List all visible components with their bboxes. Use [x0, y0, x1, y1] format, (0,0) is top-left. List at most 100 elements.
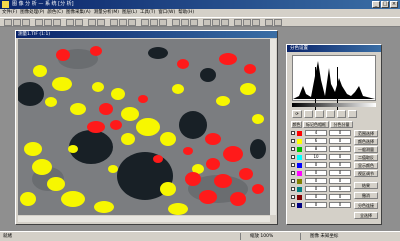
polygon-icon[interactable] [159, 19, 167, 26]
color-select-button[interactable]: 颜色选择 [354, 138, 378, 145]
zoom-out-icon[interactable] [97, 19, 105, 26]
phase-row[interactable]: 0 0 [291, 162, 353, 169]
phase-row[interactable]: 6 0 [291, 138, 353, 145]
dilate-icon[interactable] [212, 19, 220, 26]
micrograph-image[interactable] [18, 39, 270, 215]
phase-checkbox[interactable] [291, 195, 295, 199]
paste-icon[interactable] [53, 19, 61, 26]
phase-row[interactable]: 0 0 [291, 170, 353, 177]
zoom-in-icon[interactable] [88, 19, 96, 26]
phase-value-b[interactable]: 0 [329, 146, 351, 152]
count-icon[interactable] [234, 19, 242, 26]
binary-icon[interactable] [190, 19, 198, 26]
redo-icon[interactable] [75, 19, 83, 26]
phase-value-a[interactable]: 6 [305, 138, 327, 144]
app-icon[interactable] [2, 1, 9, 8]
close-button[interactable]: × [390, 1, 398, 8]
refresh-icon[interactable]: ⟳ [292, 110, 302, 118]
phase-value-b[interactable]: 0 [329, 194, 351, 200]
invert-binary-button[interactable]: 二值取反 [354, 154, 378, 161]
phase-value-a[interactable]: 0 [305, 194, 327, 200]
histogram-icon[interactable] [172, 19, 180, 26]
tool-a-icon[interactable] [304, 110, 313, 118]
tab-component[interactable]: 分色分量 [330, 121, 353, 128]
menu-file[interactable]: 文件(F) [2, 9, 17, 17]
view-adjust-button[interactable]: 视区调节 [354, 170, 378, 177]
phase-checkbox[interactable] [291, 179, 295, 183]
phase-value-a[interactable]: 4 [305, 130, 327, 136]
result-button[interactable]: 结果 [354, 182, 378, 189]
phase-row[interactable]: 0 0 [291, 194, 353, 201]
open-file-icon[interactable] [13, 19, 21, 26]
phase-value-a[interactable]: 0 [305, 162, 327, 168]
phase-row[interactable]: 4 0 [291, 130, 353, 137]
line-icon[interactable] [128, 19, 136, 26]
phase-row[interactable]: 0 0 [291, 202, 353, 209]
help-icon[interactable] [274, 19, 282, 26]
tool-b-icon[interactable] [315, 110, 324, 118]
rect-icon[interactable] [141, 19, 149, 26]
menu-window[interactable]: 窗口(W) [158, 9, 175, 17]
phase-value-b[interactable]: 0 [329, 202, 351, 208]
menu-acquire[interactable]: 图像采集(A) [66, 9, 91, 17]
ellipse-icon[interactable] [150, 19, 158, 26]
undo-button[interactable]: 撤消 [354, 192, 378, 199]
phase-value-b[interactable]: 0 [329, 138, 351, 144]
phase-value-a[interactable]: 0 [305, 170, 327, 176]
menu-measure[interactable]: 测量分析(M) [94, 9, 119, 17]
phase-row[interactable]: 0 0 [291, 186, 353, 193]
phase-row[interactable]: 10 0 [291, 154, 353, 161]
camera-icon[interactable] [265, 19, 273, 26]
erode-icon[interactable] [203, 19, 211, 26]
tab-hue-frame[interactable]: 标记色相框 [303, 121, 329, 128]
range-select-button[interactable]: 范围选择 [354, 130, 378, 137]
horizontal-scrollbar[interactable] [18, 216, 270, 222]
tool-c-icon[interactable] [326, 110, 335, 118]
phase-value-a[interactable]: 0 [305, 178, 327, 184]
print-icon[interactable] [252, 19, 260, 26]
phase-checkbox[interactable] [291, 203, 295, 207]
phase-value-b[interactable]: 0 [329, 186, 351, 192]
phase-checkbox[interactable] [291, 171, 295, 175]
select-icon[interactable] [110, 19, 118, 26]
menu-layer[interactable]: 图层(L) [122, 9, 137, 17]
cut-icon[interactable] [35, 19, 43, 26]
phase-checkbox[interactable] [291, 163, 295, 167]
menu-color[interactable]: 颜色(C) [47, 9, 63, 17]
phase-checkbox[interactable] [291, 155, 295, 159]
phase-value-b[interactable]: 0 [329, 154, 351, 160]
phase-value-b[interactable]: 0 [329, 162, 351, 168]
phase-checkbox[interactable] [291, 139, 295, 143]
menu-image-processing[interactable]: 图像处理(P) [20, 9, 44, 17]
general-measure-button[interactable]: 一般测量 [354, 146, 378, 153]
undo-icon[interactable] [66, 19, 74, 26]
threshold-icon[interactable] [181, 19, 189, 26]
phase-value-a[interactable]: 10 [305, 154, 327, 160]
show-color-button[interactable]: 显示颜色 [354, 162, 378, 169]
phase-value-b[interactable]: 0 [329, 178, 351, 184]
phase-checkbox[interactable] [291, 187, 295, 191]
save-icon[interactable] [22, 19, 30, 26]
vertical-scrollbar[interactable] [270, 39, 276, 215]
tab-color[interactable]: 颜色 [291, 121, 302, 128]
maximize-button[interactable]: □ [381, 1, 389, 8]
minimize-button[interactable]: _ [372, 1, 380, 8]
tool-d-icon[interactable] [337, 110, 346, 118]
phase-value-a[interactable]: 0 [305, 202, 327, 208]
menu-tools[interactable]: 工具(T) [140, 9, 155, 17]
phase-value-a[interactable]: 8 [305, 146, 327, 152]
phase-checkbox[interactable] [291, 131, 295, 135]
image-window[interactable]: 测量1.TIF (1:1) [15, 30, 278, 225]
phase-value-b[interactable]: 0 [329, 130, 351, 136]
new-file-icon[interactable] [4, 19, 12, 26]
select-all-button[interactable]: 全选择 [354, 212, 378, 219]
tool-e-icon[interactable] [348, 110, 357, 118]
report-icon[interactable] [243, 19, 251, 26]
copy-icon[interactable] [44, 19, 52, 26]
measure-icon[interactable] [119, 19, 127, 26]
phase-value-b[interactable]: 0 [329, 170, 351, 176]
menu-help[interactable]: 帮助(H) [178, 9, 194, 17]
phase-row[interactable]: 0 0 [291, 178, 353, 185]
phase-value-a[interactable]: 0 [305, 186, 327, 192]
color-connect-button[interactable]: 分色连接 [354, 202, 378, 209]
